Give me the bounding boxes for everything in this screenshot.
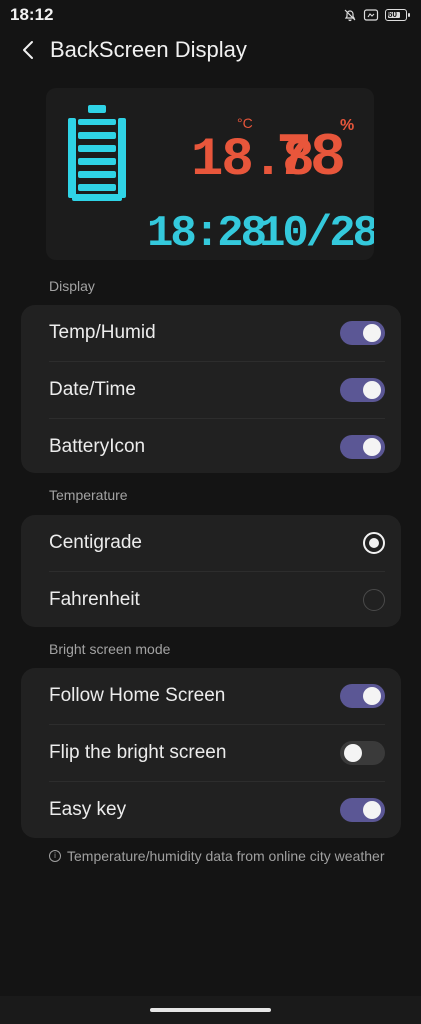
display-settings-card: Temp/Humid Date/Time BatteryIcon bbox=[21, 305, 401, 473]
notification-card-icon bbox=[363, 9, 379, 21]
preview-battery-icon bbox=[68, 105, 126, 201]
option-fahrenheit[interactable]: Fahrenheit bbox=[21, 572, 401, 628]
chevron-left-icon bbox=[23, 41, 33, 59]
preview-date: 10/28 bbox=[259, 209, 374, 259]
temperature-settings-card: Centigrade Fahrenheit bbox=[21, 515, 401, 627]
preview-temp-unit: °C bbox=[237, 115, 253, 131]
section-label-temperature: Temperature bbox=[49, 487, 128, 503]
preview-graphic: 18.8 °C 78 % 18:28 10/28 bbox=[68, 105, 381, 259]
setting-date-time[interactable]: Date/Time bbox=[21, 362, 401, 418]
option-label: Centigrade bbox=[49, 532, 142, 553]
setting-label: Flip the bright screen bbox=[49, 742, 227, 763]
bright-screen-settings-card: Follow Home Screen Flip the bright scree… bbox=[21, 668, 401, 838]
easy-key-toggle[interactable] bbox=[340, 798, 385, 822]
centigrade-radio[interactable] bbox=[363, 532, 385, 554]
battery-icon-toggle[interactable] bbox=[340, 435, 385, 459]
preview-humidity-unit: % bbox=[340, 117, 354, 134]
setting-flip-bright-screen[interactable]: Flip the bright screen bbox=[21, 725, 401, 781]
status-bar: 18:12 60 bbox=[0, 0, 421, 30]
status-icons: 60 bbox=[343, 8, 410, 22]
setting-label: Temp/Humid bbox=[49, 322, 156, 343]
setting-battery-icon[interactable]: BatteryIcon bbox=[21, 419, 401, 475]
option-label: Fahrenheit bbox=[49, 589, 140, 610]
follow-home-screen-toggle[interactable] bbox=[340, 684, 385, 708]
setting-label: Easy key bbox=[49, 799, 127, 820]
preview-humidity: 78 bbox=[276, 125, 344, 193]
battery-icon: 60 bbox=[385, 9, 410, 21]
temp-humid-toggle[interactable] bbox=[340, 321, 385, 345]
info-icon: i bbox=[49, 850, 61, 862]
home-indicator[interactable] bbox=[150, 1008, 271, 1012]
flip-bright-screen-toggle[interactable] bbox=[340, 741, 385, 765]
page-title: BackScreen Display bbox=[50, 37, 247, 62]
section-label-display: Display bbox=[49, 278, 95, 294]
preview-time: 18:28 bbox=[147, 209, 266, 259]
mute-bell-icon bbox=[344, 9, 356, 22]
setting-follow-home-screen[interactable]: Follow Home Screen bbox=[21, 668, 401, 724]
setting-easy-key[interactable]: Easy key bbox=[21, 782, 401, 838]
setting-temp-humid[interactable]: Temp/Humid bbox=[21, 305, 401, 361]
fahrenheit-radio[interactable] bbox=[363, 589, 385, 611]
setting-label: BatteryIcon bbox=[49, 436, 146, 457]
section-label-bright-screen: Bright screen mode bbox=[49, 641, 171, 657]
status-time: 18:12 bbox=[10, 5, 54, 24]
footnote-text: Temperature/humidity data from online ci… bbox=[67, 848, 385, 864]
setting-label: Follow Home Screen bbox=[49, 685, 226, 706]
top-bar: BackScreen Display bbox=[0, 30, 421, 70]
back-button[interactable] bbox=[18, 38, 38, 62]
battery-level: 60 bbox=[388, 10, 397, 19]
setting-label: Date/Time bbox=[49, 379, 136, 400]
option-centigrade[interactable]: Centigrade bbox=[21, 515, 401, 571]
footnote: i Temperature/humidity data from online … bbox=[49, 847, 389, 865]
back-screen-preview: 18.8 °C 78 % 18:28 10/28 bbox=[46, 88, 381, 260]
date-time-toggle[interactable] bbox=[340, 378, 385, 402]
